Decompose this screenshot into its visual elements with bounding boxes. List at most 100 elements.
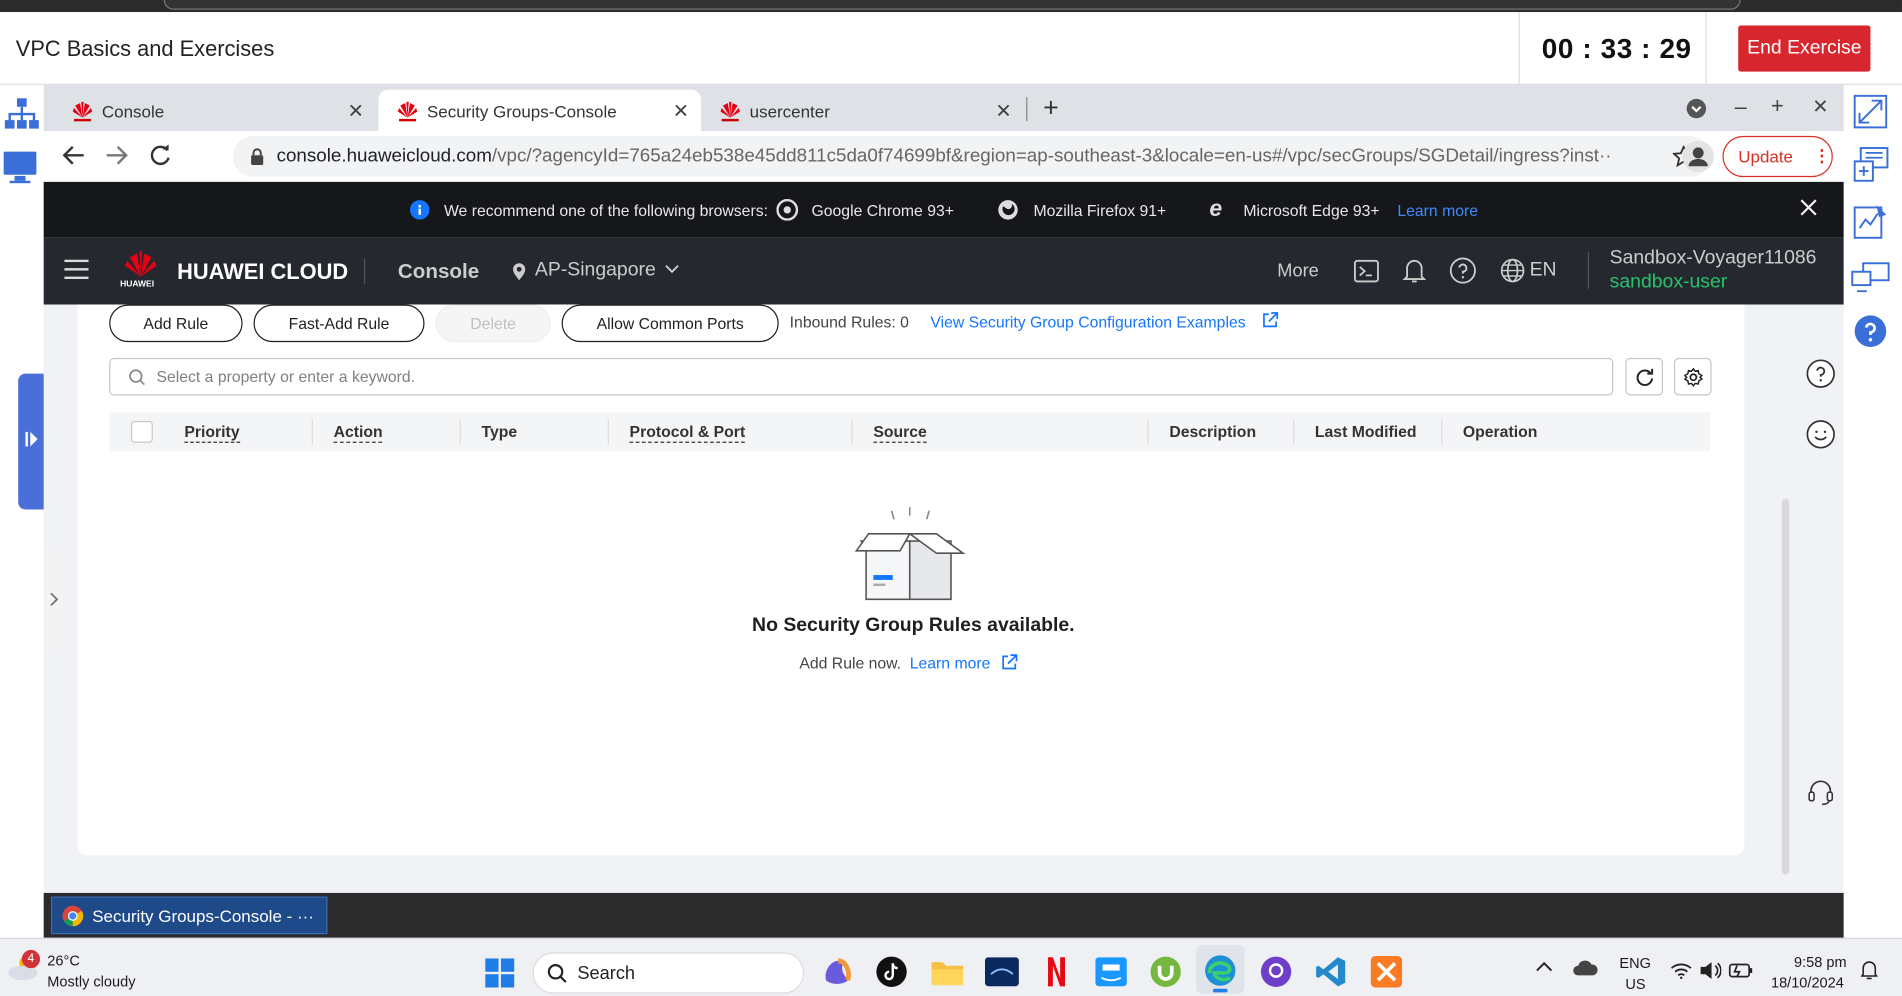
huawei-logo-text: HUAWEI (120, 280, 155, 289)
help-float-icon[interactable] (1806, 359, 1835, 388)
taskbar-window-security-groups[interactable]: Security Groups-Console - ··· (50, 896, 328, 935)
reload-icon[interactable] (148, 143, 172, 167)
chrome-version: Google Chrome 93+ (811, 201, 954, 220)
file-explorer-icon[interactable] (930, 957, 964, 986)
new-tab-icon[interactable]: + (1043, 92, 1059, 124)
topology-icon[interactable] (4, 97, 40, 131)
edge-taskbar-button[interactable] (1196, 945, 1245, 994)
minimize-icon[interactable]: – (1735, 95, 1747, 120)
tab-security-groups[interactable]: Security Groups-Console ✕ (378, 89, 702, 132)
globe-language-icon[interactable] (1500, 258, 1525, 283)
content-scrollbar[interactable] (1781, 498, 1790, 875)
notification-bell-icon[interactable] (1402, 257, 1427, 284)
notification-bell-icon[interactable] (1860, 961, 1878, 980)
url-host: console.huaweicloud.com (276, 145, 492, 167)
refresh-button[interactable] (1625, 357, 1664, 396)
prime-video-icon[interactable] (1095, 957, 1127, 987)
huawei-logo-icon[interactable] (121, 250, 160, 279)
lab-help-icon[interactable] (1853, 314, 1887, 348)
weather-temperature[interactable]: 26°C (47, 952, 80, 969)
close-tab-icon[interactable]: ✕ (348, 99, 364, 123)
column-source[interactable]: Source (873, 422, 927, 443)
external-link-icon[interactable] (1001, 654, 1018, 671)
lock-icon[interactable] (250, 148, 265, 166)
delete-button[interactable]: Delete (435, 304, 551, 343)
search-icon (129, 369, 146, 386)
profile-avatar-icon[interactable] (1682, 140, 1714, 173)
fullscreen-icon[interactable] (1853, 94, 1888, 129)
windows-start-icon[interactable] (485, 958, 515, 988)
screen-share-icon[interactable] (1851, 262, 1890, 294)
table-settings-button[interactable] (1673, 357, 1712, 396)
address-bar[interactable]: console.huaweicloud.com/vpc/?agencyId=76… (232, 135, 1711, 178)
add-rule-button[interactable]: Add Rule (109, 304, 243, 343)
close-window-icon[interactable]: ✕ (1812, 95, 1828, 119)
close-tab-icon[interactable]: ✕ (673, 99, 689, 123)
url-text: console.huaweicloud.com/vpc/?agencyId=76… (277, 146, 1611, 168)
more-menu[interactable]: More (1277, 261, 1318, 282)
add-screen-icon[interactable] (1853, 147, 1889, 186)
clock-time[interactable]: 9:58 pm (1794, 954, 1847, 971)
notice-learn-more-link[interactable]: Learn more (1397, 201, 1478, 219)
update-browser-button[interactable]: Update ⋮ (1722, 135, 1833, 178)
empty-learn-more-link[interactable]: Learn more (910, 654, 991, 672)
fast-add-rule-button[interactable]: Fast-Add Rule (253, 304, 425, 343)
chrome-icon (62, 905, 84, 927)
input-language-top[interactable]: ENG (1619, 955, 1651, 972)
side-panel-toggle[interactable] (18, 373, 45, 510)
desktop-icon[interactable] (2, 149, 38, 185)
console-link[interactable]: Console (398, 260, 479, 284)
tab-usercenter[interactable]: usercenter ✕ (701, 90, 1024, 131)
chevron-up-icon[interactable] (1536, 961, 1553, 973)
kebab-menu-icon[interactable]: ⋮ (1813, 146, 1830, 167)
region-selector[interactable]: AP-Singapore (535, 260, 656, 282)
feedback-smiley-icon[interactable] (1806, 420, 1835, 449)
windows-taskbar: 4 26°C Mostly cloudy Search ENG US 9:58 … (0, 937, 1902, 996)
onedrive-cloud-icon[interactable] (1572, 960, 1599, 977)
hamburger-menu-icon[interactable] (64, 259, 89, 280)
forward-icon[interactable] (104, 143, 128, 167)
netflix-icon[interactable] (1046, 956, 1068, 988)
tab-console[interactable]: Console ✕ (53, 90, 376, 131)
collapse-sidebar-handle[interactable] (43, 548, 68, 651)
column-protocol-port[interactable]: Protocol & Port (629, 422, 746, 443)
xampp-icon[interactable] (1370, 956, 1403, 988)
help-icon[interactable] (1449, 257, 1477, 284)
column-action[interactable]: Action (333, 422, 383, 443)
chevron-down-icon[interactable] (665, 264, 680, 274)
search-icon (547, 963, 568, 984)
wifi-icon[interactable] (1670, 962, 1692, 980)
volume-icon[interactable] (1699, 961, 1722, 980)
tiktok-icon[interactable] (876, 956, 908, 988)
cloud-shell-icon[interactable] (1354, 259, 1379, 283)
disney-plus-icon[interactable] (984, 957, 1019, 987)
end-exercise-button[interactable]: End Exercise (1738, 25, 1871, 72)
copilot-icon[interactable] (821, 956, 853, 988)
report-chart-icon[interactable] (1853, 204, 1887, 240)
allow-common-ports-button[interactable]: Allow Common Ports (561, 304, 779, 343)
language-selector[interactable]: EN (1530, 260, 1557, 282)
customer-service-headset-icon[interactable] (1806, 778, 1835, 807)
battery-icon[interactable] (1728, 962, 1753, 979)
close-notice-icon[interactable] (1799, 198, 1818, 217)
windows-search-box[interactable]: Search (532, 952, 805, 994)
maximize-icon[interactable]: + (1771, 93, 1784, 118)
github-icon[interactable] (1260, 956, 1292, 988)
brand-name[interactable]: HUAWEI CLOUD (177, 260, 348, 285)
tab-search-icon[interactable] (1686, 98, 1707, 119)
utorrent-icon[interactable] (1150, 956, 1182, 988)
back-icon[interactable] (62, 143, 86, 167)
clock-date[interactable]: 18/10/2024 (1771, 974, 1844, 991)
search-input[interactable]: Select a property or enter a keyword. (109, 357, 1614, 396)
examples-link[interactable]: View Security Group Configuration Exampl… (930, 313, 1245, 331)
external-link-icon[interactable] (1262, 312, 1279, 329)
column-priority[interactable]: Priority (184, 422, 240, 443)
weather-description[interactable]: Mostly cloudy (47, 973, 135, 990)
gear-icon (1683, 367, 1704, 388)
vscode-icon[interactable] (1315, 956, 1347, 988)
select-all-checkbox[interactable] (131, 420, 153, 443)
input-language-bottom[interactable]: US (1625, 975, 1645, 992)
account-name[interactable]: Sandbox-Voyager11086 (1610, 247, 1817, 269)
close-tab-icon[interactable]: ✕ (995, 99, 1011, 123)
user-name[interactable]: sandbox-user (1610, 272, 1728, 294)
